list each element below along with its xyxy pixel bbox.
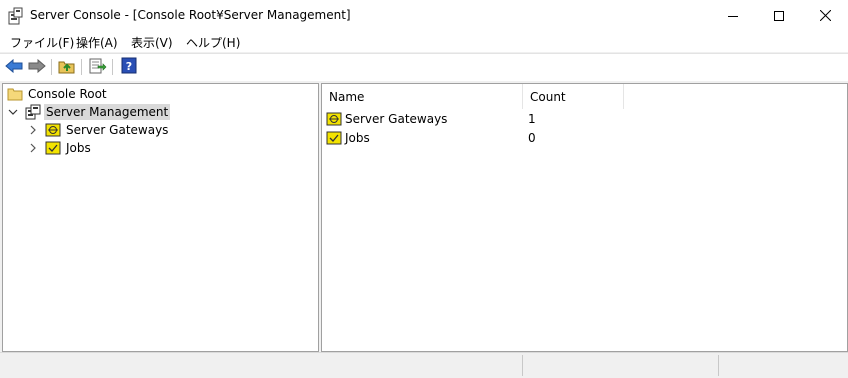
toolbar: ?	[0, 53, 848, 81]
job-icon	[45, 140, 61, 156]
menu-help[interactable]: ヘルプ(H)	[186, 34, 240, 51]
server-gateway-icon	[45, 122, 61, 138]
help-button[interactable]: ?	[119, 57, 139, 77]
server-gateway-icon	[326, 111, 342, 127]
menu-file[interactable]: ファイル(F)	[10, 34, 74, 51]
toolbar-separator	[112, 59, 113, 75]
status-segment	[522, 355, 719, 376]
tree-label-server-gateways: Server Gateways	[66, 123, 169, 137]
column-header-name[interactable]: Name	[322, 84, 523, 109]
minimize-button[interactable]	[710, 0, 756, 31]
column-header-name-label: Name	[329, 89, 365, 104]
list-item[interactable]: Server Gateways 1	[326, 110, 536, 128]
export-list-icon	[89, 58, 107, 77]
column-header-count-label: Count	[530, 89, 566, 104]
chevron-down-icon[interactable]	[7, 106, 19, 118]
title-bar: Server Console - [Console Root¥Server Ma…	[0, 0, 848, 31]
tree-node-server-gateways[interactable]: Server Gateways	[27, 121, 170, 139]
menu-view[interactable]: 表示(V)	[131, 34, 173, 51]
column-header-count[interactable]: Count	[523, 84, 624, 109]
menu-bar: ファイル(F) 操作(A) 表示(V) ヘルプ(H)	[0, 31, 848, 52]
tree-label-server-management: Server Management	[44, 104, 171, 120]
chevron-right-icon[interactable]	[27, 142, 39, 154]
toolbar-separator	[81, 59, 82, 75]
maximize-button[interactable]	[756, 0, 802, 31]
list-item-count: 1	[528, 112, 536, 126]
job-icon	[326, 130, 342, 146]
list-item-count: 0	[528, 131, 536, 145]
forward-arrow-icon	[28, 58, 46, 76]
up-folder-icon	[58, 58, 76, 77]
server-management-icon	[25, 104, 41, 120]
toolbar-separator	[51, 59, 52, 75]
status-bar	[0, 352, 848, 378]
forward-button[interactable]	[27, 57, 47, 77]
tree-node-jobs[interactable]: Jobs	[27, 139, 93, 157]
tree-node-console-root[interactable]: Console Root	[7, 85, 109, 103]
list-item-name: Jobs	[345, 131, 370, 145]
chevron-right-icon[interactable]	[27, 124, 39, 136]
console-app-icon	[8, 7, 24, 25]
help-icon: ?	[121, 57, 137, 77]
result-list-pane[interactable]: Name Count Server Gateways 1 Jobs 0	[321, 83, 848, 352]
back-arrow-icon	[5, 58, 23, 76]
console-tree-pane[interactable]: Console Root Server Management Server Ga…	[2, 83, 319, 352]
close-button[interactable]	[802, 0, 848, 31]
up-one-level-button[interactable]	[57, 57, 77, 77]
list-item[interactable]: Jobs 0	[326, 129, 536, 147]
tree-label-console-root: Console Root	[28, 87, 107, 101]
status-segment	[718, 355, 847, 376]
folder-icon	[7, 86, 23, 102]
window-title: Server Console - [Console Root¥Server Ma…	[30, 8, 351, 22]
tree-label-jobs: Jobs	[66, 141, 91, 155]
svg-text:?: ?	[126, 60, 132, 73]
back-button[interactable]	[4, 57, 24, 77]
export-list-button[interactable]	[88, 57, 108, 77]
menu-action[interactable]: 操作(A)	[76, 34, 118, 51]
tree-node-server-management[interactable]: Server Management	[7, 103, 171, 121]
list-item-name: Server Gateways	[345, 112, 448, 126]
